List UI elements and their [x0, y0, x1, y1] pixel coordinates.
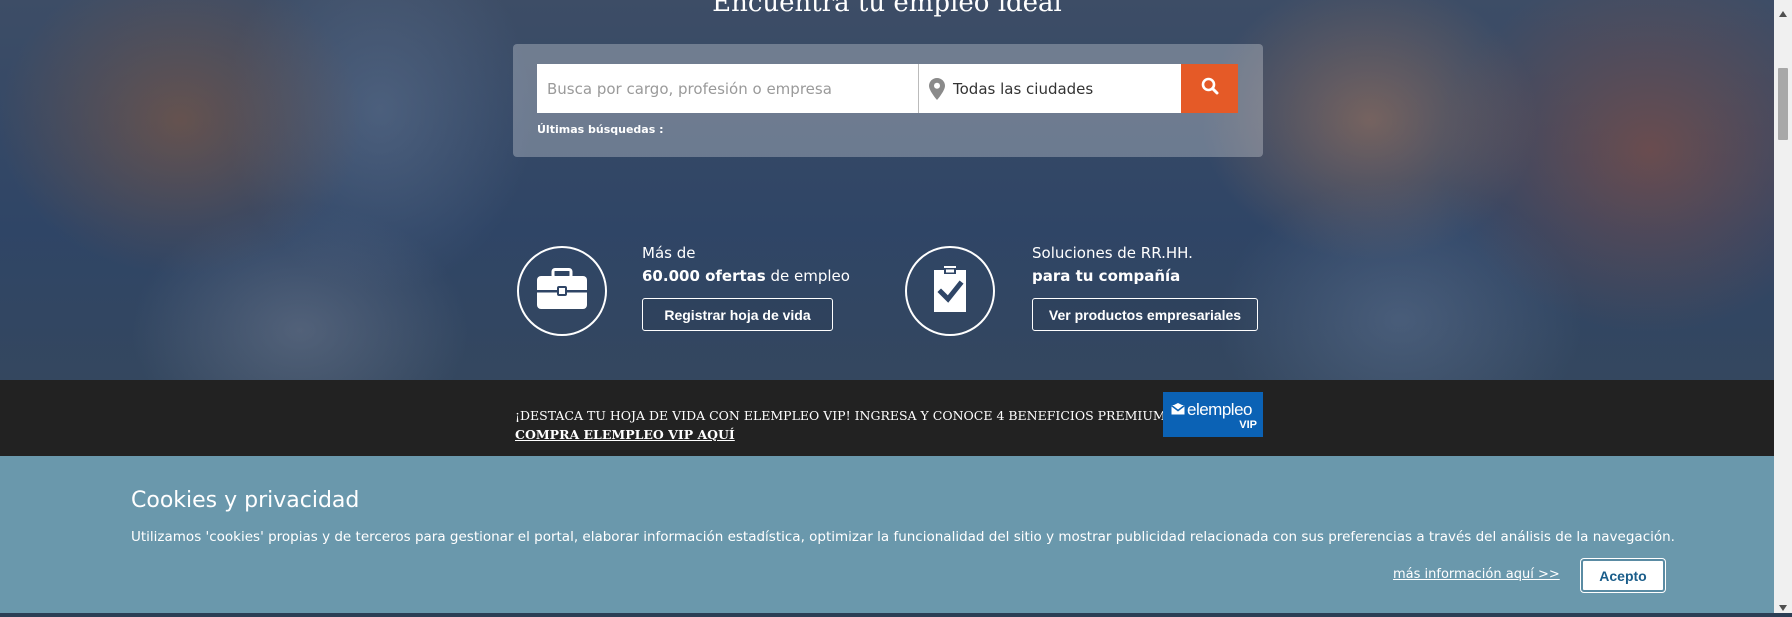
- page-scrollbar[interactable]: [1774, 0, 1792, 613]
- jobs-count: 60.000 ofertas: [642, 267, 766, 285]
- jobs-feature-line2: 60.000 ofertas de empleo: [642, 265, 850, 288]
- recent-searches-label: Últimas búsquedas :: [537, 123, 664, 136]
- clipboard-check-icon: [930, 264, 970, 319]
- city-select-value: Todas las ciudades: [953, 79, 1094, 98]
- city-select[interactable]: Todas las ciudades: [918, 64, 1181, 113]
- cookie-banner: Cookies y privacidad Utilizamos 'cookies…: [0, 456, 1774, 613]
- cookie-body: Utilizamos 'cookies' propias y de tercer…: [131, 529, 1675, 545]
- briefcase-icon: [536, 267, 588, 315]
- vip-brand-text: elempleo: [1187, 400, 1253, 419]
- cookie-title: Cookies y privacidad: [131, 488, 360, 513]
- jobs-feature-circle: [517, 246, 607, 336]
- promo-text-block: ¡DESTACA TU HOJA DE VIDA CON ELEMPLEO VI…: [515, 406, 1166, 444]
- promo-bar: ¡DESTACA TU HOJA DE VIDA CON ELEMPLEO VI…: [0, 380, 1774, 456]
- vip-brand: elempleo: [1171, 400, 1257, 420]
- scrollbar-thumb[interactable]: [1778, 68, 1788, 140]
- search-input[interactable]: [537, 64, 919, 113]
- jobs-suffix: de empleo: [765, 267, 850, 285]
- cookie-accept-button[interactable]: Acepto: [1581, 559, 1665, 592]
- companies-feature-line2: para tu compañía: [1032, 265, 1193, 288]
- search-panel: Todas las ciudades Últimas búsquedas :: [513, 44, 1263, 157]
- companies-feature-line2-text: para tu compañía: [1032, 267, 1181, 285]
- hero-section: Encuentra tu empleo ideal Todas las ciud…: [0, 0, 1774, 380]
- promo-link[interactable]: COMPRA ELEMPLEO VIP AQUÍ: [515, 425, 1166, 444]
- search-button[interactable]: [1181, 64, 1238, 113]
- vip-sub: VIP: [1239, 419, 1257, 431]
- elempleo-vip-badge[interactable]: elempleo VIP: [1163, 392, 1263, 437]
- view-business-products-button[interactable]: Ver productos empresariales: [1032, 298, 1258, 331]
- hero-title: Encuentra tu empleo ideal: [712, 0, 1062, 18]
- companies-feature-text: Soluciones de RR.HH. para tu compañía: [1032, 242, 1193, 288]
- search-icon: [1201, 77, 1219, 100]
- register-cv-button[interactable]: Registrar hoja de vida: [642, 298, 833, 331]
- companies-feature-line1: Soluciones de RR.HH.: [1032, 244, 1193, 262]
- map-pin-icon: [929, 77, 945, 100]
- jobs-feature-text: Más de 60.000 ofertas de empleo: [642, 242, 850, 288]
- companies-feature-circle: [905, 246, 995, 336]
- jobs-feature-line1: Más de: [642, 244, 696, 262]
- cookie-more-info-link[interactable]: más información aquí >>: [1393, 567, 1560, 582]
- promo-text: ¡DESTACA TU HOJA DE VIDA CON ELEMPLEO VI…: [515, 408, 1166, 423]
- mail-icon: [1171, 400, 1185, 420]
